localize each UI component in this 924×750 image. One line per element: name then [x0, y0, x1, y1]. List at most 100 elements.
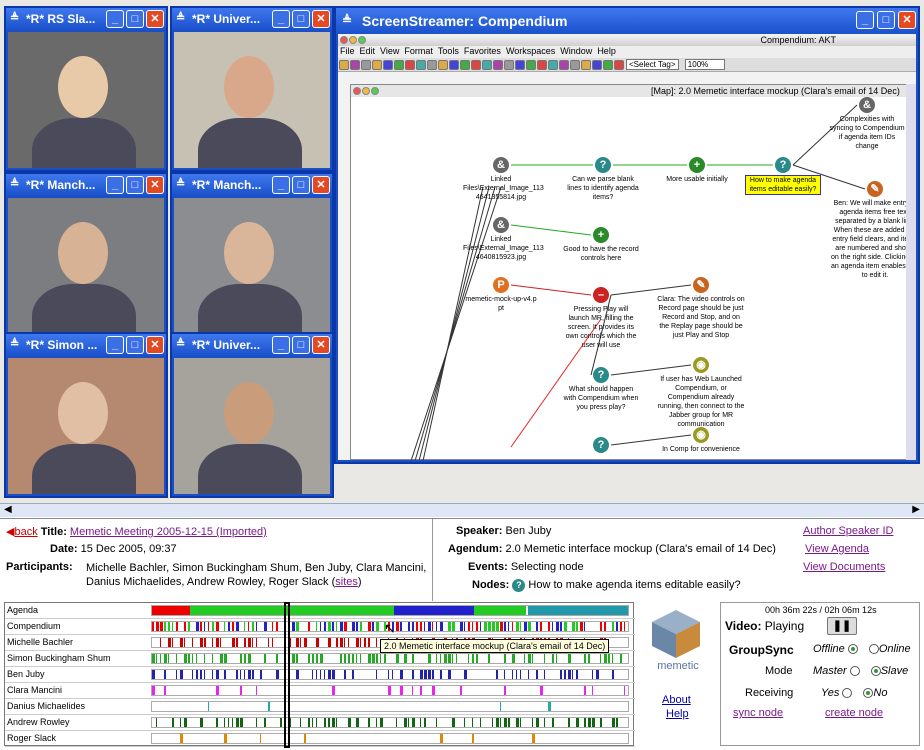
toolbar-tool-icon[interactable]: [427, 60, 437, 70]
map-close-icon[interactable]: [353, 87, 361, 95]
question-node-icon[interactable]: ?: [593, 437, 609, 453]
timeline-segment[interactable]: [504, 622, 506, 631]
sites-link[interactable]: sites: [335, 576, 358, 588]
timeline-segment[interactable]: [236, 622, 239, 631]
timeline-segment[interactable]: [528, 670, 529, 679]
toolbar-tool-icon[interactable]: [614, 60, 624, 70]
timeline-segment[interactable]: [252, 622, 254, 631]
timeline-segment[interactable]: [512, 670, 513, 679]
timeline-segment[interactable]: [368, 622, 371, 631]
timeline-segment[interactable]: [440, 622, 443, 631]
timeline-segment[interactable]: [344, 670, 346, 679]
timeline-segment[interactable]: [156, 718, 157, 727]
timeline-segment[interactable]: [320, 622, 321, 631]
link-node-icon[interactable]: &: [493, 217, 509, 233]
timeline-segment[interactable]: [352, 654, 354, 663]
timeline-segment[interactable]: [548, 622, 550, 631]
bulb-node-icon[interactable]: ◉: [693, 357, 709, 373]
timeline-segment[interactable]: [204, 654, 205, 663]
timeline-segment[interactable]: [328, 622, 331, 631]
timeline-segment[interactable]: [472, 734, 474, 743]
minimize-button[interactable]: _: [106, 176, 124, 194]
zoom-dropdown[interactable]: 100%: [684, 59, 725, 70]
timeline-segment[interactable]: [200, 670, 202, 679]
timeline-segment[interactable]: [252, 638, 253, 647]
timeline-segment[interactable]: [352, 670, 354, 679]
timeline-segment[interactable]: [552, 718, 554, 727]
node-label[interactable]: In Comp for convenience: [657, 445, 745, 454]
timeline-segment[interactable]: [184, 622, 186, 631]
timeline-segment[interactable]: [512, 622, 513, 631]
offline-radio[interactable]: [847, 644, 858, 655]
timeline-segment[interactable]: [184, 654, 187, 663]
timeline-track[interactable]: [151, 717, 629, 728]
toolbar-tool-icon[interactable]: [570, 60, 580, 70]
timeline-segment[interactable]: [324, 718, 326, 727]
timeline-segment[interactable]: [592, 686, 593, 695]
timeline-segment[interactable]: [264, 654, 266, 663]
timeline-segment[interactable]: [152, 686, 155, 695]
timeline-segment[interactable]: [600, 622, 602, 631]
timeline-segment[interactable]: [620, 622, 622, 631]
timeline-segment[interactable]: [540, 686, 543, 695]
timeline-segment[interactable]: [472, 622, 473, 631]
timeline-segment[interactable]: [368, 718, 370, 727]
timeline-segment[interactable]: [464, 718, 465, 727]
timeline-segment[interactable]: [232, 622, 234, 631]
timeline-segment[interactable]: [356, 654, 357, 663]
timeline-segment[interactable]: [552, 622, 553, 631]
bulb-node-icon[interactable]: ◉: [693, 427, 709, 443]
timeline-segment[interactable]: [472, 718, 473, 727]
toolbar-tool-icon[interactable]: [515, 60, 525, 70]
timeline-segment[interactable]: [176, 670, 177, 679]
select-tag-dropdown[interactable]: <Select Tag>: [626, 59, 679, 70]
timeline-segment[interactable]: [152, 622, 154, 631]
timeline-segment[interactable]: [432, 622, 433, 631]
timeline-segment[interactable]: [308, 622, 310, 631]
timeline-segment[interactable]: [220, 654, 223, 663]
timeline-segment[interactable]: [484, 622, 487, 631]
timeline-segment[interactable]: [352, 622, 355, 631]
timeline-segment[interactable]: [448, 622, 451, 631]
timeline-segment[interactable]: [408, 718, 409, 727]
close-button[interactable]: ✕: [146, 336, 164, 354]
minimize-button[interactable]: _: [106, 336, 124, 354]
timeline-segment[interactable]: [524, 622, 527, 631]
timeline-segment[interactable]: [496, 718, 499, 727]
timeline-segment[interactable]: [168, 654, 169, 663]
timeline-segment[interactable]: [256, 686, 257, 695]
timeline-segment[interactable]: [172, 622, 173, 631]
timeline-segment[interactable]: [216, 718, 218, 727]
timeline-segment[interactable]: [312, 718, 313, 727]
timeline-segment[interactable]: [360, 638, 361, 647]
timeline-segment[interactable]: [348, 638, 349, 647]
timeline-segment[interactable]: [244, 670, 245, 679]
maximize-button[interactable]: □: [126, 10, 144, 28]
help-link[interactable]: Help: [666, 708, 689, 720]
timeline-segment[interactable]: [584, 622, 585, 631]
timeline-segment[interactable]: [228, 622, 230, 631]
sync-node-link[interactable]: sync node: [733, 707, 783, 719]
timeline-segment[interactable]: [624, 622, 625, 631]
timeline-row[interactable]: Agenda: [5, 603, 635, 619]
node-label[interactable]: Ben: We will make entry of agenda items …: [831, 199, 916, 280]
timeline-segment[interactable]: [604, 622, 606, 631]
timeline-segment[interactable]: [296, 654, 298, 663]
timeline-segment[interactable]: [152, 606, 190, 615]
timeline-segment[interactable]: [200, 638, 203, 647]
timeline-segment[interactable]: [296, 670, 299, 679]
map-vertical-scrollbar[interactable]: [906, 84, 916, 460]
timeline-segment[interactable]: [472, 654, 474, 663]
timeline-segment[interactable]: [532, 654, 533, 663]
timeline-segment[interactable]: [340, 654, 342, 663]
toolbar-tool-icon[interactable]: [449, 60, 459, 70]
timeline-segment[interactable]: [524, 654, 525, 663]
timeline-segment[interactable]: [268, 638, 269, 647]
timeline-segment[interactable]: [276, 670, 279, 679]
close-button[interactable]: ✕: [312, 10, 330, 28]
timeline-segment[interactable]: [408, 622, 410, 631]
timeline-segment[interactable]: [500, 718, 501, 727]
menu-item[interactable]: Workspaces: [506, 46, 555, 56]
timeline-segment[interactable]: [188, 622, 190, 631]
timeline-segment[interactable]: [160, 638, 161, 647]
